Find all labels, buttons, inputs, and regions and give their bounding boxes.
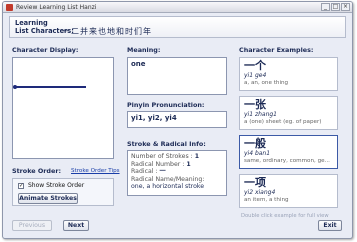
radical-name-label: Radical Name/Meaning:: [131, 175, 205, 183]
exit-button[interactable]: Exit: [318, 220, 342, 231]
learning-list-header: Learning List Characters: 一二并来也地和时们年: [9, 16, 346, 38]
stroke-radical-info: Number of Strokes : 1 Radical Number : 1…: [127, 150, 227, 196]
character-examples-list: 一个 yi1 ge4 a, an, one thing 一张 yi1 zhang…: [239, 57, 339, 212]
example-pinyin: yi4 ban1: [244, 150, 271, 157]
learning-label-line1: Learning: [15, 19, 48, 27]
example-pinyin: yi1 ge4: [244, 72, 267, 79]
previous-button[interactable]: Previous: [12, 220, 52, 231]
stroke-line: [15, 86, 87, 88]
radical-name-value: one, a horizontal stroke: [131, 183, 205, 191]
character-examples-label: Character Examples:: [239, 46, 314, 54]
title-bar: Review Learning List Hanzi _ □ ×: [3, 2, 352, 13]
example-definition: same, ordinary, common, ge...: [244, 157, 330, 164]
strokes-row: Number of Strokes : 1: [131, 153, 223, 161]
examples-hint: Double click example for full view: [241, 213, 329, 219]
example-word: 一项: [244, 176, 266, 189]
show-stroke-order-checkbox[interactable]: ✓: [18, 183, 24, 189]
animate-strokes-button[interactable]: Animate Strokes: [18, 193, 78, 204]
stroke-order-panel: ✓ Show Stroke Order Animate Strokes: [12, 178, 114, 206]
example-item[interactable]: 一个 yi1 ge4 a, an, one thing: [239, 57, 338, 91]
minimize-icon[interactable]: _: [321, 3, 330, 11]
example-definition: a (one) sheet (eg. of paper): [244, 118, 322, 125]
example-pinyin: yi2 xiang4: [244, 189, 276, 196]
example-item[interactable]: 一项 yi2 xiang4 an item, a thing: [239, 174, 338, 208]
strokes-label: Number of Strokes :: [131, 153, 193, 160]
stroke-order-label: Stroke Order:: [12, 167, 62, 175]
app-icon: [6, 4, 13, 11]
radical-number-label: Radical Number :: [131, 160, 185, 168]
radical-value: 一: [159, 168, 166, 176]
meaning-field[interactable]: one: [127, 57, 227, 95]
example-pinyin: yi1 zhang1: [244, 111, 277, 118]
example-definition: a, an, one thing: [244, 79, 289, 86]
strokes-value: 1: [194, 153, 200, 160]
radical-number-value: 1: [186, 160, 191, 168]
stroke-radical-label: Stroke & Radical Info:: [127, 140, 206, 148]
example-definition: an item, a thing: [244, 196, 289, 203]
character-display-label: Character Display:: [12, 46, 79, 54]
example-item-selected[interactable]: 一般 yi4 ban1 same, ordinary, common, ge..…: [239, 135, 338, 169]
pinyin-field[interactable]: yi1, yi2, yi4: [127, 111, 227, 128]
example-word: 一张: [244, 98, 266, 111]
stroke-order-tips-link[interactable]: Stroke Order Tips: [71, 167, 120, 175]
character-display-canvas: [12, 57, 114, 159]
maximize-icon[interactable]: □: [331, 3, 340, 11]
review-window: Review Learning List Hanzi _ □ × Learnin…: [2, 1, 353, 239]
radical-label: Radical :: [131, 168, 158, 176]
radical-row: Radical : 一: [131, 168, 223, 176]
window-controls: _ □ ×: [321, 3, 350, 11]
next-button[interactable]: Next: [63, 220, 89, 231]
meaning-label: Meaning:: [127, 46, 161, 54]
radical-number-row: Radical Number : 1: [131, 161, 223, 169]
example-item[interactable]: 一张 yi1 zhang1 a (one) sheet (eg. of pape…: [239, 96, 338, 130]
learning-list-characters[interactable]: 一二并来也地和时们年: [62, 27, 152, 37]
window-title: Review Learning List Hanzi: [16, 4, 97, 11]
show-stroke-order-label[interactable]: Show Stroke Order: [28, 182, 84, 190]
example-word: 一般: [244, 137, 266, 150]
pinyin-value: yi1, yi2, yi4: [131, 114, 177, 122]
close-icon[interactable]: ×: [341, 3, 350, 11]
example-word: 一个: [244, 59, 266, 72]
pinyin-label: Pinyin Pronunciation:: [127, 101, 205, 109]
meaning-value: one: [131, 60, 146, 68]
